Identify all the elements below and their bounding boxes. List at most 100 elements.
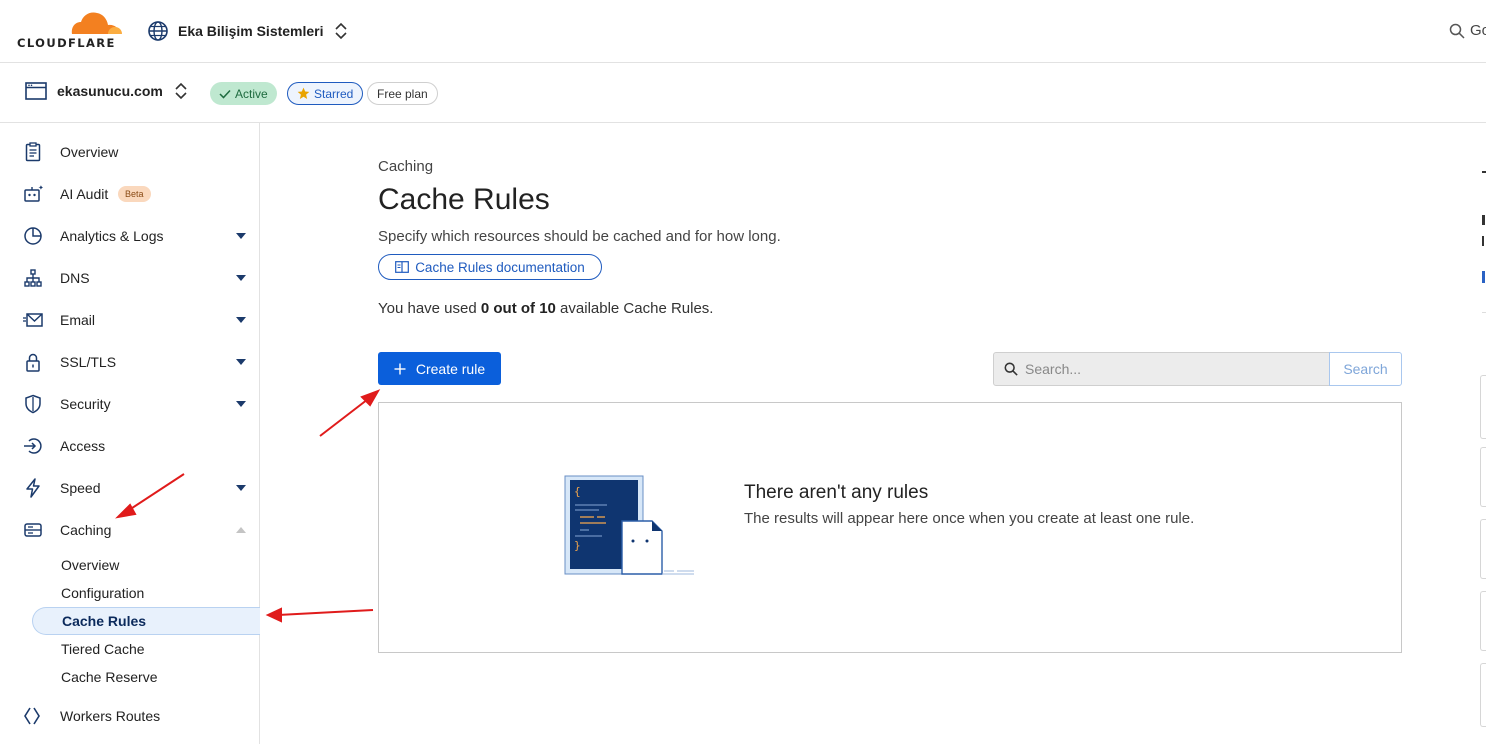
search-button[interactable]: Search (1329, 352, 1402, 386)
sidebar-subitem-tiered-cache[interactable]: Tiered Cache (32, 635, 260, 663)
sidebar-item-dns[interactable]: DNS (0, 258, 260, 298)
caret-down-icon (236, 317, 246, 323)
clipboard-icon (25, 142, 41, 162)
sidebar-item-label: Security (60, 396, 111, 412)
sidebar-subitem-configuration[interactable]: Configuration (32, 579, 260, 607)
rules-search-box (993, 352, 1330, 386)
shield-icon (25, 394, 41, 414)
chevron-updown-icon (175, 82, 187, 100)
book-icon (395, 261, 410, 273)
svg-text:✦: ✦ (38, 184, 43, 192)
sidebar-item-label: Access (60, 438, 106, 454)
zone-bar: ekasunucu.com Active Starred Free plan (0, 63, 1486, 123)
sidebar-item-overview[interactable]: Overview (0, 132, 260, 172)
usage-text: You have used 0 out of 10 available Cach… (378, 300, 713, 317)
sidebar-item-workers-routes[interactable]: Workers Routes (0, 696, 260, 736)
robot-icon: ✦ (24, 184, 43, 202)
pie-chart-icon (24, 227, 42, 245)
status-badge-label: Active (235, 86, 268, 101)
check-icon (219, 89, 231, 99)
workers-icon (24, 707, 40, 725)
sidebar-item-label: SSL/TLS (60, 354, 117, 370)
svg-text:{: { (574, 485, 581, 498)
usage-suffix: available Cache Rules. (555, 300, 714, 317)
clipped-card (1480, 447, 1486, 507)
globe-icon (148, 21, 168, 41)
documentation-link[interactable]: Cache Rules documentation (378, 254, 602, 280)
starred-badge-label: Starred (314, 86, 354, 101)
sidebar-subitem-cache-reserve[interactable]: Cache Reserve (32, 663, 260, 691)
plan-badge-label: Free plan (377, 86, 428, 101)
sidebar-subitem-cache-rules[interactable]: Cache Rules (32, 607, 260, 635)
page-title: Cache Rules (378, 183, 550, 216)
clipped-fragment (1482, 215, 1485, 225)
clipped-card (1480, 591, 1486, 651)
breadcrumb: Caching (378, 158, 434, 175)
sidebar-item-analytics[interactable]: Analytics & Logs (0, 216, 260, 256)
global-search-label: Go (1470, 22, 1486, 39)
caret-down-icon (236, 275, 246, 281)
network-icon (24, 269, 42, 287)
clipped-fragment (1482, 312, 1486, 313)
clipped-fragment (1482, 236, 1484, 246)
sidebar-item-caching[interactable]: Caching (0, 510, 260, 550)
sidebar-item-speed[interactable]: Speed (0, 468, 260, 508)
annotation-arrow (319, 389, 381, 437)
status-badge: Active (210, 82, 277, 105)
top-bar: CLOUDFLARE Eka Bilişim Sistemleri Go (0, 0, 1486, 63)
clipped-card (1480, 519, 1486, 579)
sidebar-subitem-caching-overview[interactable]: Overview (32, 551, 260, 579)
envelope-icon (23, 313, 43, 327)
empty-state-panel: { } There aren't any rules The results w… (378, 402, 1402, 653)
browser-window-icon (25, 82, 47, 100)
usage-prefix: You have used (378, 300, 481, 317)
clipped-card (1480, 663, 1486, 727)
caret-up-icon (236, 527, 246, 533)
zone-switcher[interactable]: ekasunucu.com (25, 81, 189, 101)
empty-state-description: The results will appear here once when y… (744, 510, 1195, 527)
sidebar-item-label: Caching (60, 522, 112, 538)
annotation-arrow (265, 607, 374, 623)
rules-search-input[interactable] (1025, 361, 1315, 377)
account-name: Eka Bilişim Sistemleri (178, 23, 324, 39)
starred-badge[interactable]: Starred (287, 82, 364, 105)
caret-down-icon (236, 485, 246, 491)
sidebar-item-email[interactable]: Email (0, 300, 260, 340)
caret-down-icon (236, 401, 246, 407)
server-icon (24, 523, 42, 537)
beta-badge: Beta (118, 186, 151, 202)
clipped-card (1480, 375, 1486, 439)
page-subtitle: Specify which resources should be cached… (378, 228, 781, 245)
lock-icon (26, 353, 40, 372)
clipped-fragment (1482, 171, 1486, 173)
account-switcher[interactable]: Eka Bilişim Sistemleri (147, 19, 349, 43)
search-icon (1449, 23, 1465, 39)
sidebar-item-access[interactable]: Access (0, 426, 260, 466)
sidebar-item-label: Speed (60, 480, 101, 496)
logo-wordmark: CLOUDFLARE (17, 36, 116, 50)
sidebar-item-label: Overview (60, 144, 119, 160)
empty-state-title: There aren't any rules (744, 482, 929, 503)
plus-icon (394, 363, 406, 374)
usage-count: 0 out of 10 (480, 300, 556, 317)
lightning-icon (26, 478, 40, 498)
global-search[interactable]: Go (1449, 22, 1486, 39)
sidebar-item-label: Workers Routes (60, 708, 161, 724)
empty-rules-illustration: { } (564, 475, 694, 575)
plan-badge: Free plan (367, 82, 438, 105)
cloudflare-logo[interactable]: CLOUDFLARE (16, 10, 126, 50)
sidebar-item-security[interactable]: Security (0, 384, 260, 424)
sidebar-item-label: Analytics & Logs (60, 228, 164, 244)
sidebar-item-label: DNS (60, 270, 90, 286)
sidebar-item-ssl-tls[interactable]: SSL/TLS (0, 342, 260, 382)
create-rule-button[interactable]: Create rule (378, 352, 501, 385)
right-panel-clipped (1480, 123, 1486, 744)
sidebar-item-label: Email (60, 312, 96, 328)
search-icon (1004, 362, 1018, 376)
clipped-fragment (1482, 271, 1485, 283)
documentation-link-label: Cache Rules documentation (415, 259, 585, 275)
sidebar-item-ai-audit[interactable]: ✦ AI Audit Beta (0, 174, 260, 214)
caret-down-icon (236, 233, 246, 239)
sidebar: Overview ✦ AI Audit Beta Analytics & Log… (0, 123, 260, 744)
create-rule-label: Create rule (415, 360, 486, 377)
